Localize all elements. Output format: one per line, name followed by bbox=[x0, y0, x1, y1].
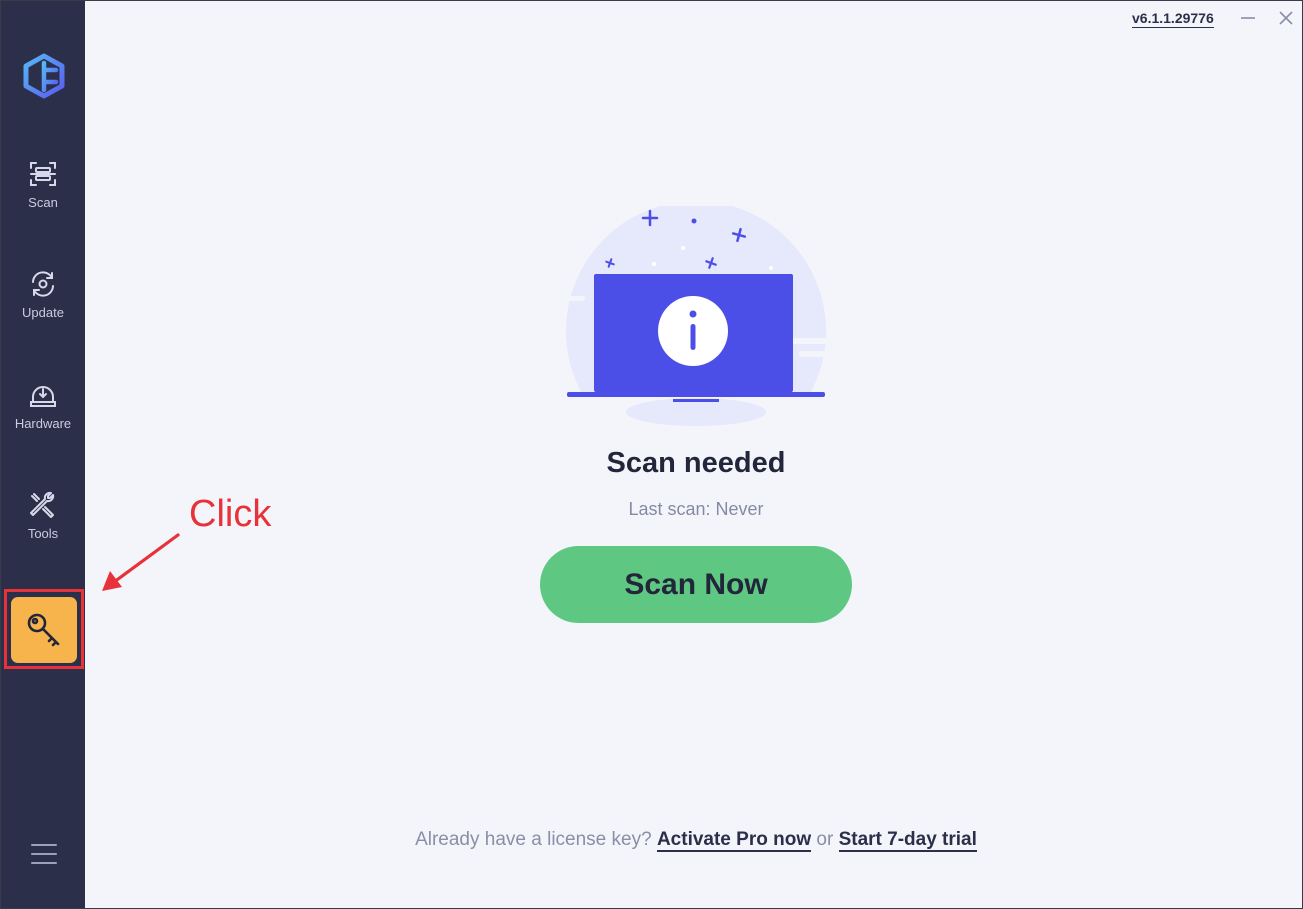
activate-pro-link[interactable]: Activate Pro now bbox=[656, 829, 812, 852]
license-prompt-text: Already have a license key? bbox=[415, 829, 652, 850]
sidebar-item-tools[interactable]: Tools bbox=[1, 490, 85, 570]
sidebar-item-label: Update bbox=[22, 305, 64, 320]
app-window: Scan Update Hardware Tools v6.1.1.29776 … bbox=[0, 0, 1303, 909]
scan-status-title: Scan needed bbox=[606, 447, 786, 479]
sidebar-item-label: Scan bbox=[28, 195, 58, 210]
minimize-icon[interactable] bbox=[1237, 7, 1259, 29]
license-footer: Already have a license key? Activate Pro… bbox=[301, 829, 1091, 852]
license-key-button[interactable] bbox=[11, 597, 77, 663]
update-icon bbox=[32, 271, 54, 297]
hardware-icon bbox=[30, 386, 56, 407]
scan-icon bbox=[30, 162, 56, 186]
version-label: v6.1.1.29776 bbox=[1132, 10, 1214, 28]
scan-now-button[interactable]: Scan Now bbox=[540, 546, 852, 623]
key-icon bbox=[27, 613, 60, 647]
hamburger-menu-icon[interactable] bbox=[31, 841, 57, 867]
sidebar-item-label: Tools bbox=[27, 526, 59, 541]
last-scan-text: Last scan: Never bbox=[628, 499, 764, 519]
start-trial-link[interactable]: Start 7-day trial bbox=[838, 829, 977, 852]
click-annotation-label: Click bbox=[189, 493, 272, 535]
sidebar-item-hardware[interactable]: Hardware bbox=[1, 380, 85, 460]
sidebar-item-scan[interactable]: Scan bbox=[1, 159, 85, 239]
or-text: or bbox=[816, 829, 834, 850]
laptop-info-illustration bbox=[561, 206, 831, 436]
close-icon[interactable] bbox=[1275, 7, 1297, 29]
sidebar: Scan Update Hardware Tools bbox=[1, 1, 85, 908]
tools-icon bbox=[30, 491, 55, 518]
sidebar-item-update[interactable]: Update bbox=[1, 269, 85, 349]
app-logo-icon bbox=[23, 53, 65, 99]
annotation-arrow-icon bbox=[102, 533, 180, 591]
sidebar-item-label: Hardware bbox=[14, 416, 72, 431]
